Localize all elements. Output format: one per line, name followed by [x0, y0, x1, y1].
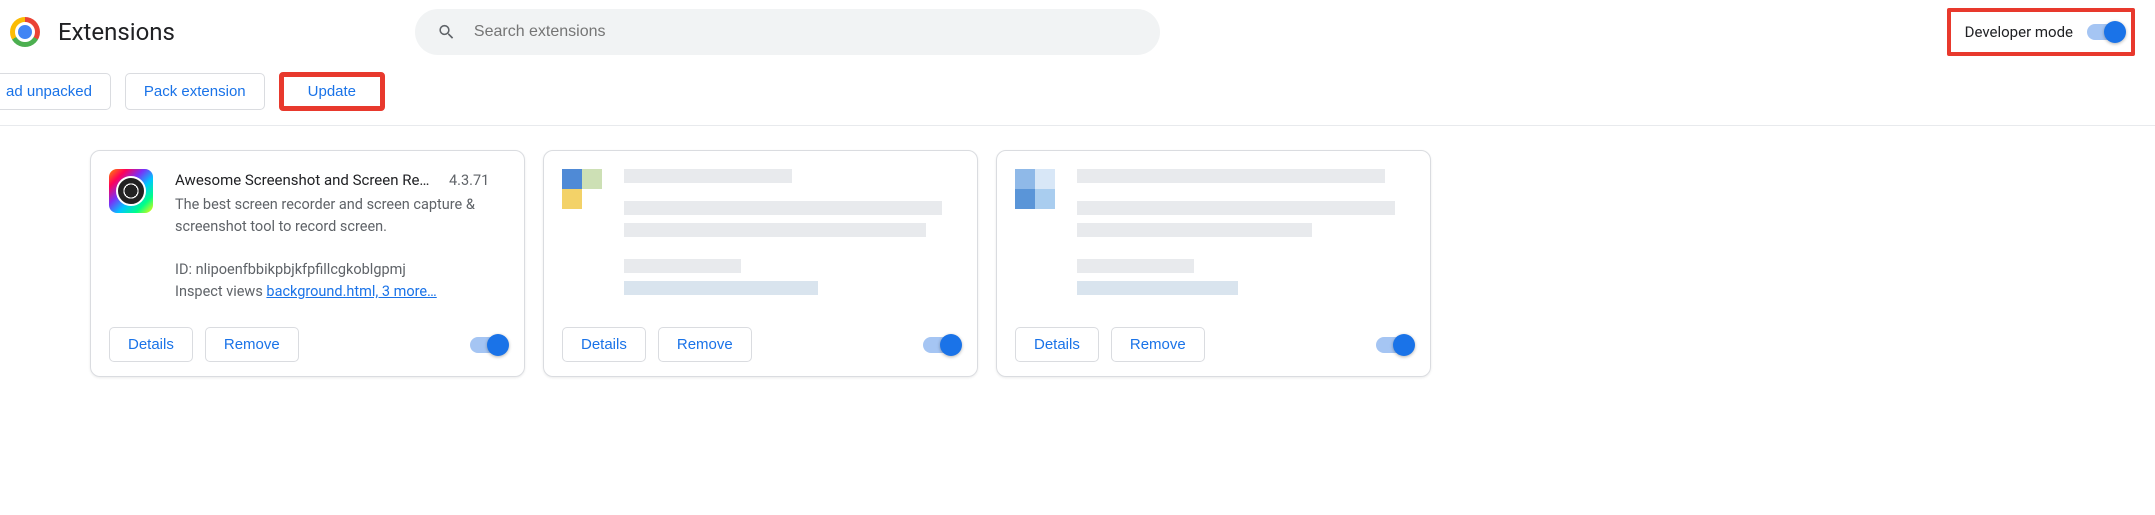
extension-icon [109, 169, 153, 213]
details-button[interactable]: Details [1015, 327, 1099, 362]
extension-description: The best screen recorder and screen capt… [175, 194, 506, 238]
search-icon [437, 22, 456, 42]
remove-button[interactable]: Remove [205, 327, 299, 362]
details-button[interactable]: Details [562, 327, 646, 362]
extension-inspect-views: Inspect views background.html, 3 more… [175, 281, 506, 303]
extension-version: 4.3.71 [449, 170, 489, 192]
extension-card: Details Remove [996, 150, 1431, 377]
toggle-knob-icon [1393, 334, 1415, 356]
extension-enable-toggle[interactable] [470, 337, 506, 353]
remove-button[interactable]: Remove [658, 327, 752, 362]
obscured-content [624, 169, 959, 317]
remove-button[interactable]: Remove [1111, 327, 1205, 362]
update-button[interactable]: Update [279, 72, 385, 111]
inspect-views-link[interactable]: background.html, 3 more… [266, 283, 436, 300]
page-title: Extensions [58, 18, 175, 46]
dev-toolbar: ad unpacked Pack extension Update [0, 64, 2155, 126]
toggle-knob-icon [940, 334, 962, 356]
extension-card: Awesome Screenshot and Screen Recor… 4.3… [90, 150, 525, 377]
extension-enable-toggle[interactable] [923, 337, 959, 353]
developer-mode-label: Developer mode [1965, 23, 2073, 41]
extensions-grid: Awesome Screenshot and Screen Recor… 4.3… [0, 126, 2155, 377]
obscured-content [1077, 169, 1412, 317]
developer-mode-toggle[interactable] [2087, 24, 2123, 40]
pack-extension-button[interactable]: Pack extension [125, 73, 265, 110]
extension-id: ID: nlipoenfbbikpbjkfpfillcgkoblgpmj [175, 259, 506, 281]
extension-name: Awesome Screenshot and Screen Recor… [175, 169, 435, 192]
header-bar: Extensions Developer mode [0, 0, 2155, 64]
load-unpacked-button[interactable]: ad unpacked [0, 73, 111, 110]
extension-card: Details Remove [543, 150, 978, 377]
chrome-logo-icon [10, 17, 40, 47]
extension-icon-obscured [1015, 169, 1055, 209]
toggle-knob-icon [2104, 21, 2126, 43]
search-box[interactable] [415, 9, 1160, 55]
developer-mode-highlight: Developer mode [1947, 8, 2135, 56]
toggle-knob-icon [487, 334, 509, 356]
extension-enable-toggle[interactable] [1376, 337, 1412, 353]
details-button[interactable]: Details [109, 327, 193, 362]
search-input[interactable] [474, 23, 1138, 41]
extension-icon-obscured [562, 169, 602, 209]
